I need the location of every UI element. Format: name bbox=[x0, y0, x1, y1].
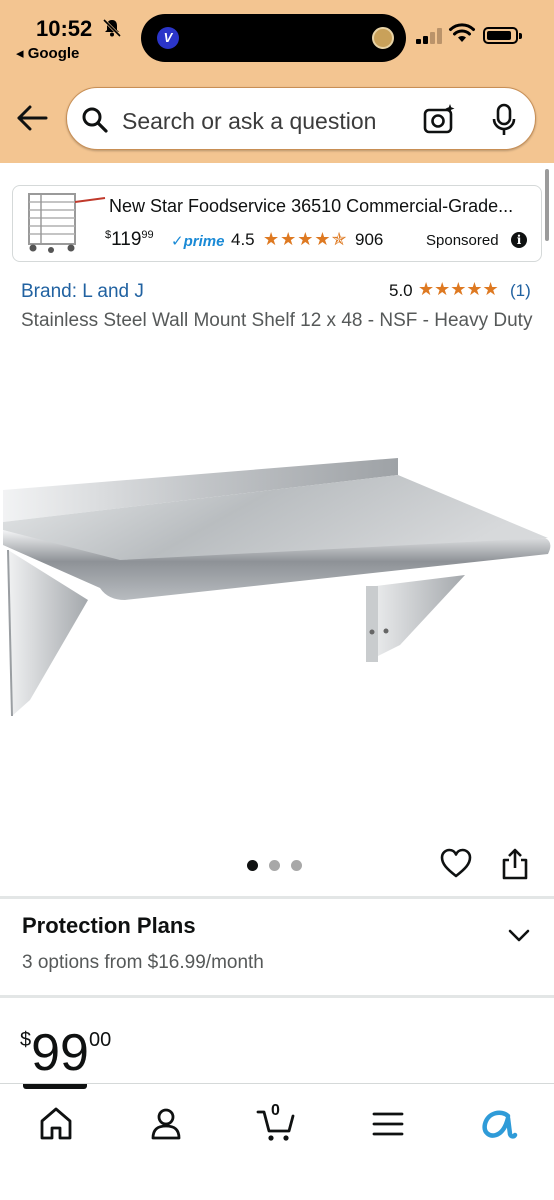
bottom-nav-bar: 0 bbox=[0, 1083, 554, 1200]
sponsored-stars: ★★★★✯ bbox=[263, 229, 348, 249]
search-bar[interactable]: Search or ask a question bbox=[66, 87, 536, 150]
dynamic-island: V bbox=[141, 14, 406, 62]
carousel-dot[interactable] bbox=[291, 860, 302, 871]
product-rating: 5.0 bbox=[389, 281, 413, 300]
vpn-icon: V bbox=[157, 27, 179, 49]
product-review-count[interactable]: (1) bbox=[510, 281, 531, 301]
image-carousel-dots[interactable] bbox=[247, 858, 313, 876]
product-image[interactable] bbox=[0, 450, 554, 730]
carousel-dot[interactable] bbox=[247, 860, 258, 871]
scrollbar[interactable] bbox=[545, 169, 549, 241]
cart-count-badge: 0 bbox=[271, 1102, 280, 1119]
battery-icon bbox=[483, 27, 522, 44]
rufus-icon[interactable] bbox=[478, 1104, 518, 1144]
cell-signal-icon bbox=[416, 28, 442, 44]
divider bbox=[0, 995, 554, 998]
sponsored-rating: 4.5 bbox=[231, 230, 255, 249]
activity-icon bbox=[372, 27, 394, 49]
sponsored-price: $11999 bbox=[105, 229, 154, 250]
microphone-icon[interactable] bbox=[491, 103, 517, 137]
menu-icon[interactable] bbox=[368, 1104, 408, 1144]
sponsored-product-card[interactable]: New Star Foodservice 36510 Commercial-Gr… bbox=[12, 185, 542, 262]
product-title: Stainless Steel Wall Mount Shelf 12 x 48… bbox=[21, 310, 533, 331]
search-input[interactable]: Search or ask a question bbox=[122, 108, 376, 135]
protection-plans-subtitle: 3 options from $16.99/month bbox=[22, 952, 264, 973]
wifi-icon bbox=[449, 23, 475, 42]
heart-icon[interactable] bbox=[439, 847, 473, 879]
protection-plans-title[interactable]: Protection Plans bbox=[22, 913, 196, 939]
profile-icon[interactable] bbox=[146, 1104, 186, 1144]
product-price: $9900 bbox=[20, 1024, 112, 1082]
sponsored-review-count: 906 bbox=[355, 230, 384, 249]
silent-bell-icon bbox=[102, 18, 122, 38]
product-stars[interactable]: ★★★★★ bbox=[418, 279, 499, 300]
sponsored-product-image bbox=[28, 193, 106, 253]
search-icon bbox=[82, 107, 108, 133]
camera-search-icon[interactable] bbox=[423, 103, 457, 135]
sponsored-label: Sponsored bbox=[426, 232, 499, 249]
chevron-down-icon[interactable] bbox=[508, 928, 530, 944]
active-tab-indicator bbox=[23, 1084, 87, 1089]
carousel-dot[interactable] bbox=[269, 860, 280, 871]
prime-badge: ✓prime bbox=[171, 233, 225, 250]
share-icon[interactable] bbox=[500, 847, 530, 881]
divider bbox=[0, 896, 554, 899]
back-to-google-link[interactable]: ◂ Google bbox=[16, 44, 79, 62]
info-icon[interactable]: i bbox=[511, 232, 527, 248]
status-time: 10:52 bbox=[36, 16, 93, 41]
cart-button[interactable]: 0 bbox=[256, 1102, 296, 1144]
sponsored-product-title[interactable]: New Star Foodservice 36510 Commercial-Gr… bbox=[109, 196, 535, 217]
back-arrow-icon[interactable] bbox=[16, 104, 48, 132]
brand-link[interactable]: Brand: L and J bbox=[21, 281, 144, 303]
home-icon[interactable] bbox=[36, 1104, 76, 1144]
